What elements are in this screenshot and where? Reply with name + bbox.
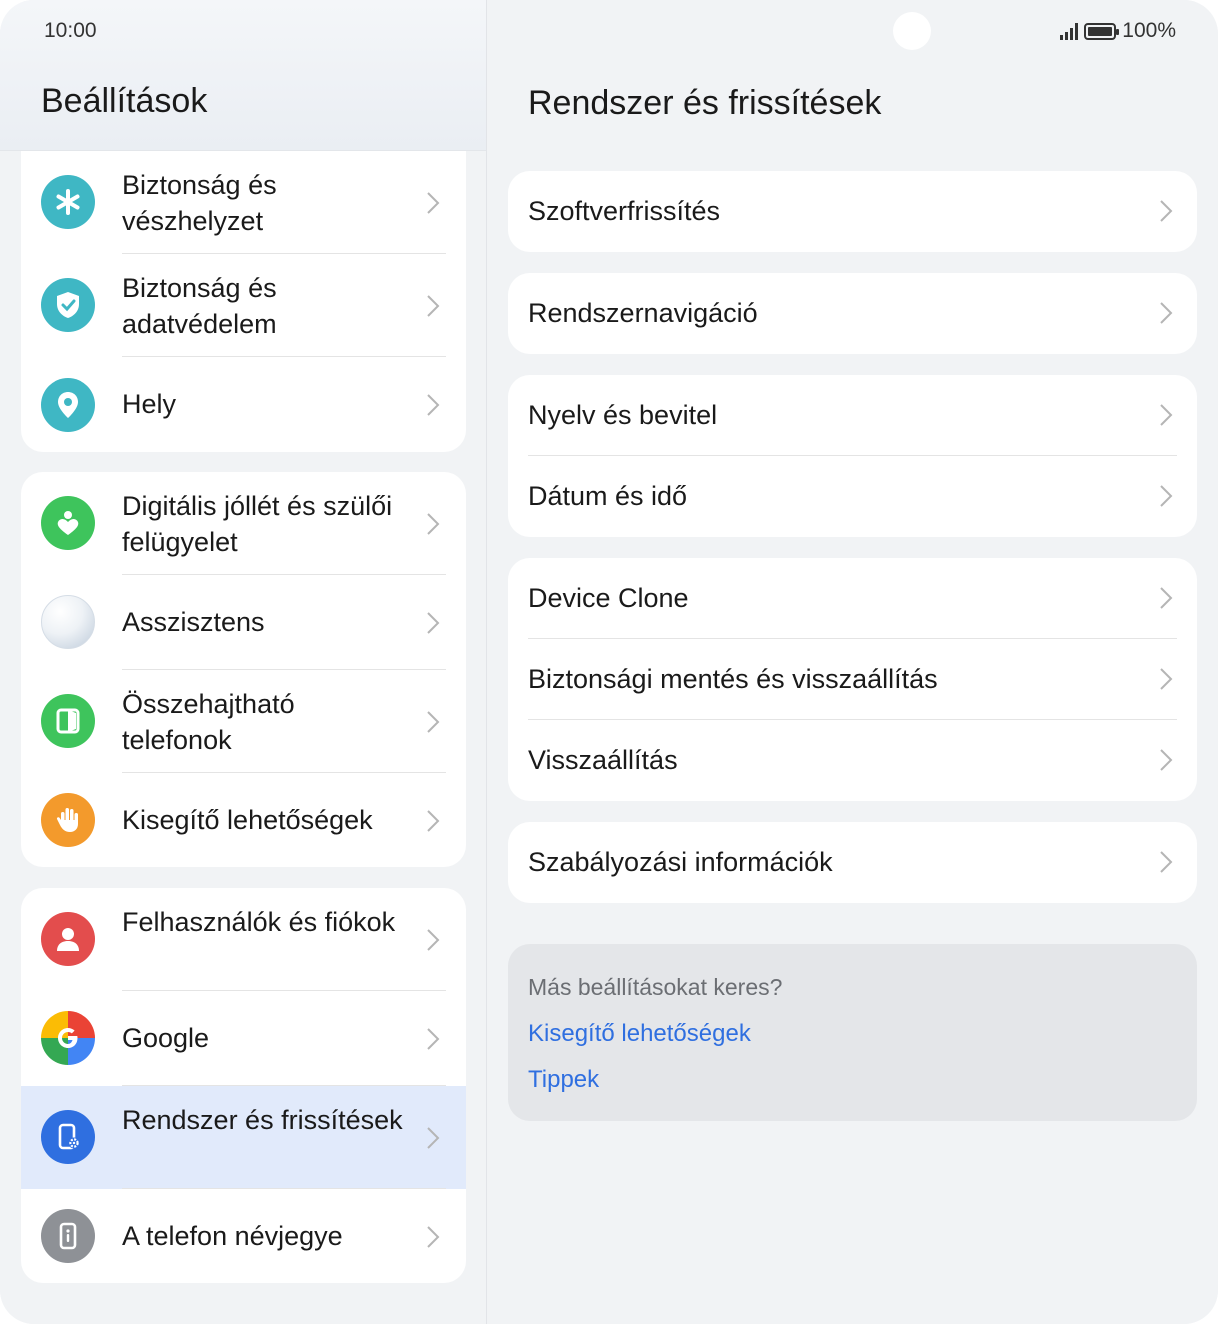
- status-icons: 100%: [1060, 19, 1176, 43]
- chevron-right-icon: [427, 810, 440, 832]
- sidebar-item-label: Felhasználók és fiókok: [122, 907, 396, 937]
- sidebar-item-assistant[interactable]: Asszisztens: [21, 575, 466, 670]
- device-clone-item[interactable]: Device Clone: [508, 558, 1197, 639]
- hand-icon: [41, 793, 95, 847]
- foldable-phone-icon: [41, 694, 95, 748]
- signal-icon: [1060, 22, 1079, 40]
- item-label: Nyelv és bevitel: [528, 400, 718, 430]
- software-update-item[interactable]: Szoftverfrissítés: [508, 171, 1197, 252]
- item-label: Visszaállítás: [528, 745, 678, 775]
- status-time: 10:00: [44, 19, 97, 42]
- chevron-right-icon: [1160, 485, 1173, 507]
- settings-screen: 10:00 100% Beállítások Rendszer és friss…: [0, 0, 1218, 1324]
- item-label: Biztonsági mentés és visszaállítás: [528, 664, 938, 694]
- shield-check-icon: [41, 278, 95, 332]
- backup-restore-item[interactable]: Biztonsági mentés és visszaállítás: [508, 639, 1197, 720]
- google-icon: [41, 1011, 95, 1065]
- system-update-icon: [41, 1110, 95, 1164]
- suggestions-question: Más beállításokat keres?: [528, 974, 783, 1000]
- location-pin-icon: [41, 378, 95, 432]
- sidebar-item-foldable-phones[interactable]: Összehajtható telefonok: [21, 670, 466, 773]
- chevron-right-icon: [427, 394, 440, 416]
- detail-group-3: Nyelv és bevitel Dátum és idő: [508, 375, 1197, 537]
- battery-percent: 100%: [1122, 19, 1176, 42]
- sidebar-item-label: Biztonság és vészhelyzet: [122, 170, 277, 236]
- sidebar-item-label: Biztonság és adatvédelem: [122, 273, 277, 339]
- settings-group-1: Biztonság és vészhelyzet Biztonság és ad…: [21, 151, 466, 452]
- page-title: Beállítások: [41, 82, 208, 120]
- sidebar-item-system-updates[interactable]: Rendszer és frissítések: [21, 1086, 466, 1189]
- sidebar-item-accessibility[interactable]: Kisegítő lehetőségek: [21, 773, 466, 867]
- sidebar-item-about-phone[interactable]: A telefon névjegye: [21, 1189, 466, 1283]
- sidebar-item-label: Hely: [122, 389, 177, 419]
- detail-group-4: Device Clone Biztonsági mentés és vissza…: [508, 558, 1197, 801]
- chevron-right-icon: [1160, 200, 1173, 222]
- item-label: Dátum és idő: [528, 481, 688, 511]
- chevron-right-icon: [1160, 749, 1173, 771]
- suggestion-link-accessibility[interactable]: Kisegítő lehetőségek: [528, 1020, 751, 1048]
- chevron-right-icon: [427, 1028, 440, 1050]
- sidebar-item-label: Összehajtható telefonok: [122, 689, 295, 755]
- reset-item[interactable]: Visszaállítás: [508, 720, 1197, 801]
- detail-group-2: Rendszernavigáció: [508, 273, 1197, 354]
- sidebar-item-label: Google: [122, 1023, 210, 1053]
- chevron-right-icon: [427, 929, 440, 951]
- sidebar-item-label: A telefon névjegye: [122, 1221, 343, 1251]
- chevron-right-icon: [427, 1226, 440, 1248]
- detail-title: Rendszer és frissítések: [528, 84, 882, 122]
- sidebar-item-security-privacy[interactable]: Biztonság és adatvédelem: [21, 254, 466, 357]
- item-label: Szoftverfrissítés: [528, 196, 721, 226]
- settings-group-3: Felhasználók és fiókok Google Rendszer é…: [21, 888, 466, 1283]
- assistant-orb-icon: [41, 595, 95, 649]
- sidebar-item-digital-wellbeing[interactable]: Digitális jóllét és szülői felügyelet: [21, 472, 466, 575]
- info-phone-icon: [41, 1209, 95, 1263]
- sidebar-item-google[interactable]: Google: [21, 991, 466, 1086]
- chevron-right-icon: [427, 192, 440, 214]
- chevron-right-icon: [1160, 851, 1173, 873]
- item-label: Device Clone: [528, 583, 689, 613]
- chevron-right-icon: [1160, 404, 1173, 426]
- detail-group-1: Szoftverfrissítés: [508, 171, 1197, 252]
- chevron-right-icon: [427, 612, 440, 634]
- sidebar-item-label: Digitális jóllét és szülői felügyelet: [122, 491, 393, 557]
- sidebar-item-location[interactable]: Hely: [21, 357, 466, 452]
- chevron-right-icon: [427, 295, 440, 317]
- suggestions-card: Más beállításokat keres? Kisegítő lehető…: [508, 944, 1197, 1121]
- language-input-item[interactable]: Nyelv és bevitel: [508, 375, 1197, 456]
- sidebar-item-label: Asszisztens: [122, 607, 265, 637]
- chevron-right-icon: [427, 711, 440, 733]
- regulatory-info-item[interactable]: Szabályozási információk: [508, 822, 1197, 903]
- item-label: Rendszernavigáció: [528, 298, 758, 328]
- sidebar-item-label: Rendszer és frissítések: [122, 1105, 403, 1135]
- front-camera: [893, 12, 931, 50]
- system-navigation-item[interactable]: Rendszernavigáció: [508, 273, 1197, 354]
- chevron-right-icon: [427, 1127, 440, 1149]
- sidebar-item-users-accounts[interactable]: Felhasználók és fiókok: [21, 888, 466, 991]
- battery-icon: [1084, 22, 1120, 40]
- item-label: Szabályozási információk: [528, 847, 833, 877]
- date-time-item[interactable]: Dátum és idő: [508, 456, 1197, 537]
- asterisk-icon: [41, 175, 95, 229]
- heart-person-icon: [41, 496, 95, 550]
- suggestion-link-tips[interactable]: Tippek: [528, 1066, 599, 1094]
- chevron-right-icon: [1160, 587, 1173, 609]
- sidebar-item-label: Kisegítő lehetőségek: [122, 805, 373, 835]
- sidebar-item-safety-emergency[interactable]: Biztonság és vészhelyzet: [21, 151, 466, 254]
- chevron-right-icon: [1160, 302, 1173, 324]
- chevron-right-icon: [427, 513, 440, 535]
- chevron-right-icon: [1160, 668, 1173, 690]
- detail-group-5: Szabályozási információk: [508, 822, 1197, 903]
- settings-group-2: Digitális jóllét és szülői felügyelet As…: [21, 472, 466, 867]
- user-icon: [41, 912, 95, 966]
